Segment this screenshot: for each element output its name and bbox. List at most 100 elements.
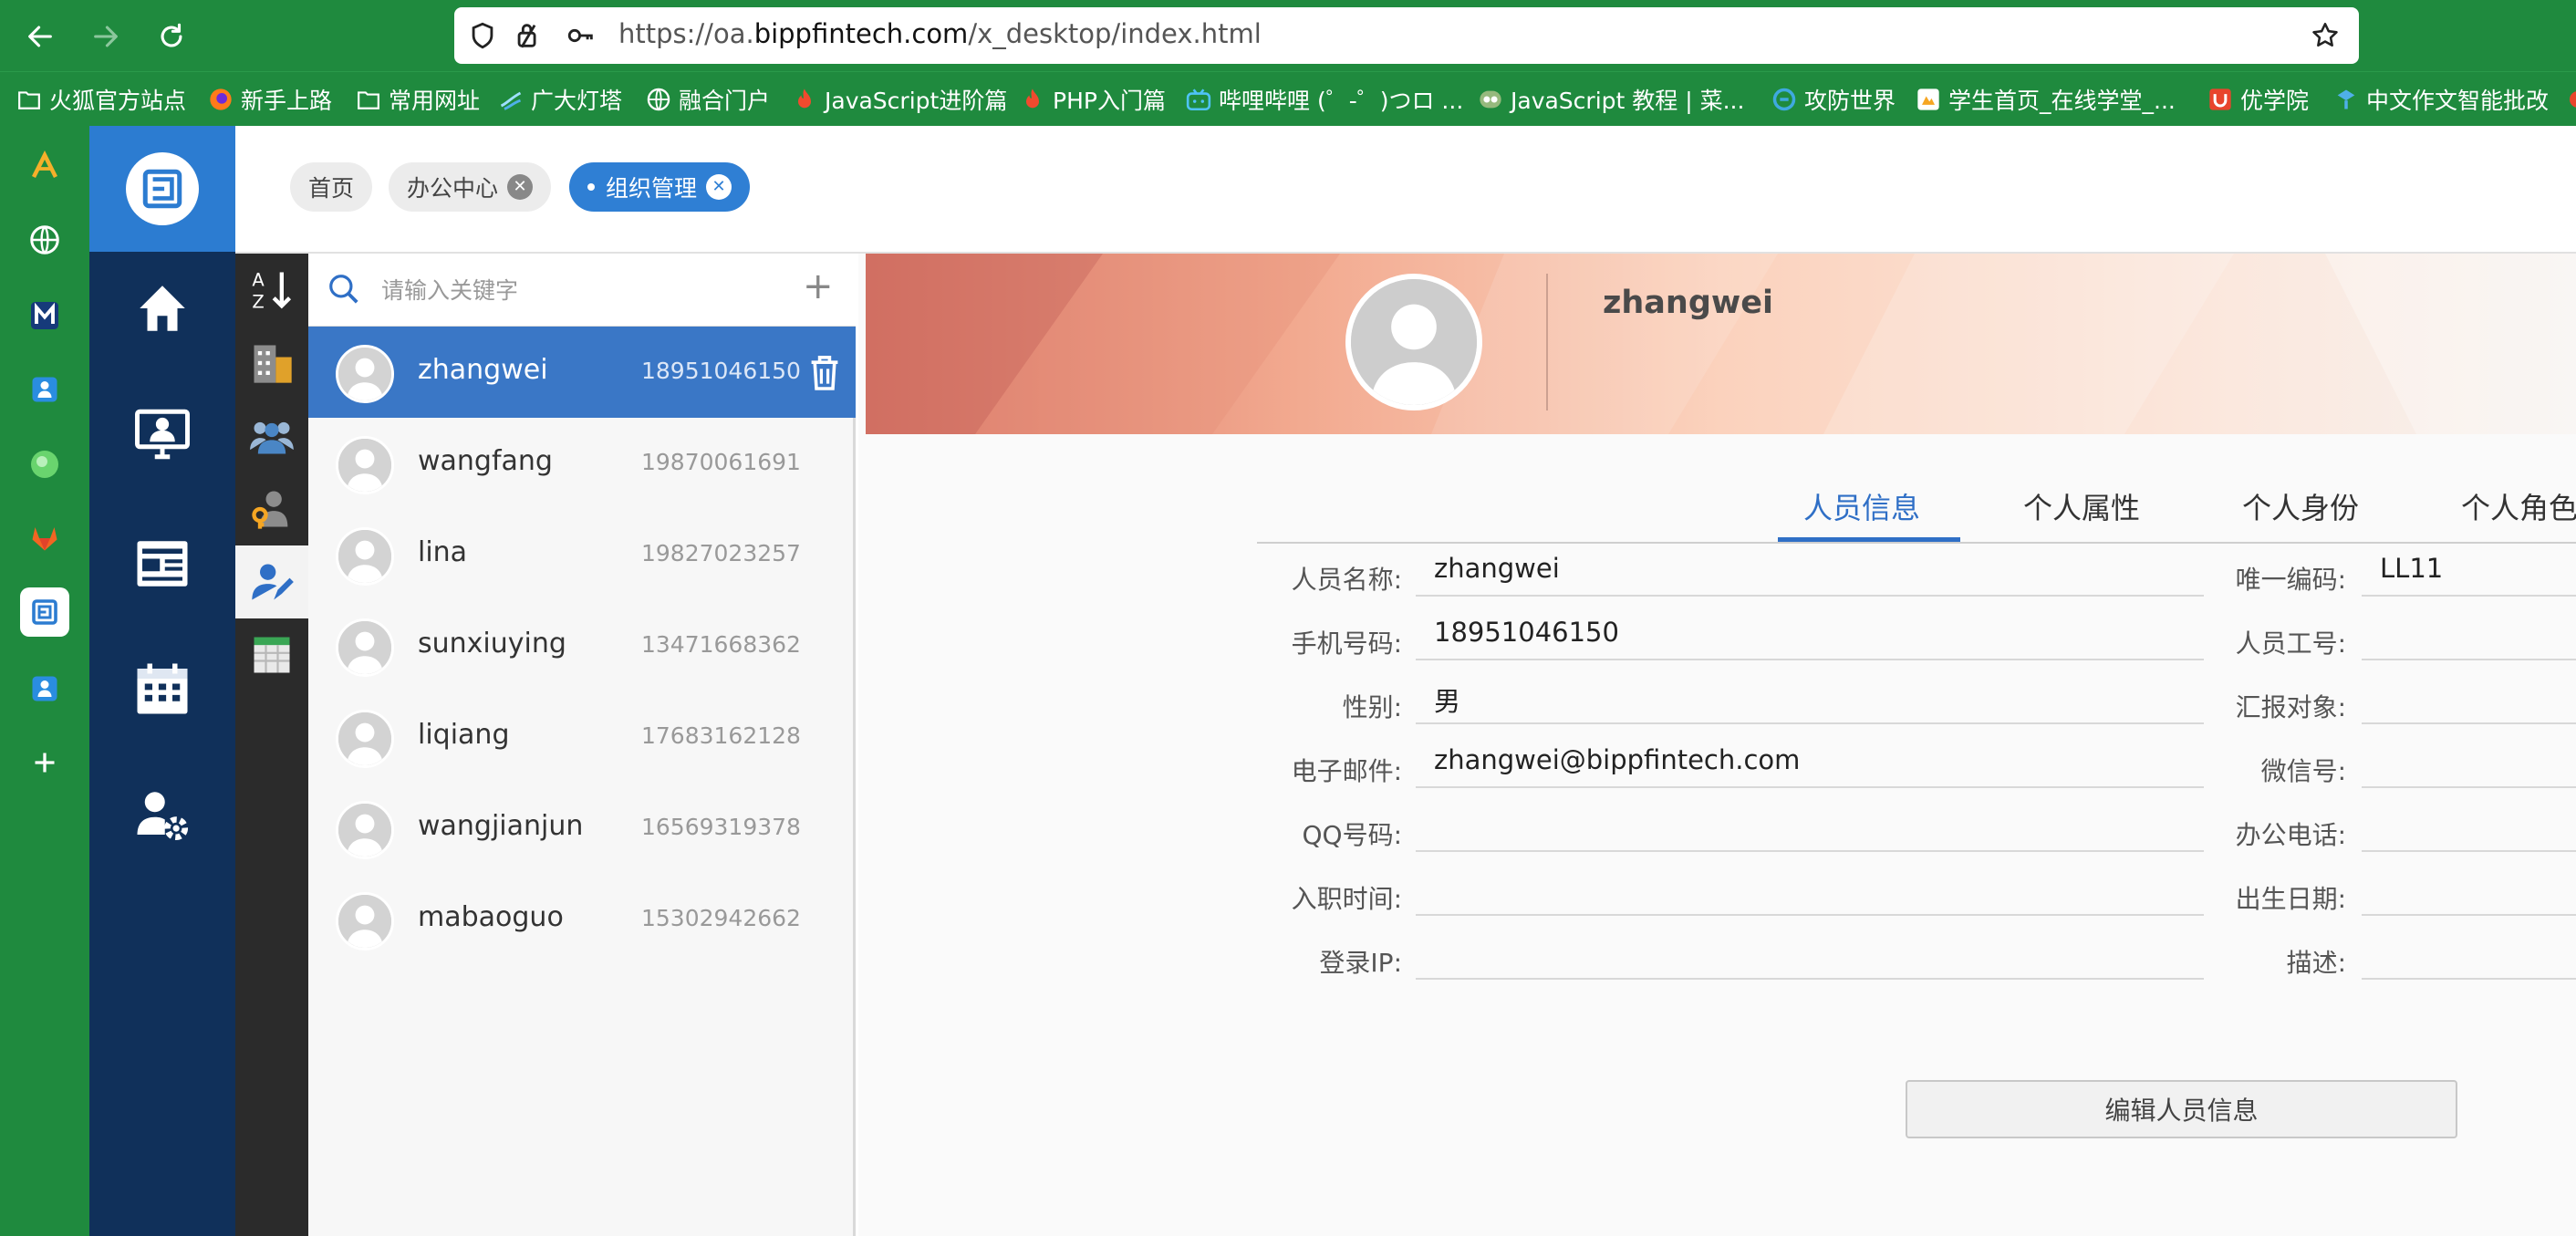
bookmark-item[interactable]: PHP入门篇	[1020, 81, 1166, 118]
sidebar-m-button[interactable]	[20, 291, 69, 340]
oa-app-icon	[32, 599, 57, 625]
sidebar-add-button[interactable]	[20, 738, 69, 787]
sidebar-person-button[interactable]	[20, 664, 69, 713]
edit-person-button[interactable]: 编辑人员信息	[1906, 1080, 2457, 1138]
user-list-item[interactable]: liqiang 17683162128	[308, 691, 856, 783]
bookmark-item[interactable]: 广大灯塔	[498, 81, 622, 118]
tab-home[interactable]: 首页	[290, 162, 373, 212]
user-list-item[interactable]: zhangwei 18951046150	[308, 327, 856, 418]
url-domain: bippfintech.com	[753, 18, 969, 49]
bookmark-item[interactable]: 攻防世界	[1771, 81, 1896, 118]
bookmark-overflow[interactable]	[2560, 81, 2576, 118]
field-label: 出生日期:	[2235, 884, 2346, 914]
bookmark-item[interactable]: 中文作文智能批改	[2333, 81, 2549, 118]
bookmark-label: JavaScript 教程 | 菜...	[1511, 88, 1745, 114]
bookmark-item[interactable]: 哔哩哔哩 (゜-゜)つロ ...	[1186, 81, 1463, 118]
building-icon	[254, 345, 292, 383]
tab-office[interactable]: 办公中心 ✕	[389, 162, 552, 212]
profile-avatar[interactable]	[1345, 274, 1482, 410]
lighthouse-icon	[498, 87, 524, 112]
url-bar[interactable]: https://oa.bippfintech.com/x_desktop/ind…	[454, 7, 2359, 64]
bookmark-item[interactable]: 学生首页_在线学堂_...	[1916, 81, 2176, 118]
search-input[interactable]	[381, 270, 764, 310]
nav-calendar[interactable]	[89, 639, 235, 739]
user-list-item[interactable]: wangfang 19870061691	[308, 418, 856, 509]
lock-warning-icon[interactable]	[513, 20, 544, 51]
field-value[interactable]	[2362, 673, 2576, 724]
sheet-button[interactable]	[235, 618, 308, 691]
sidebar-globe-button[interactable]	[20, 215, 69, 265]
bookmark-label: 攻防世界	[1804, 88, 1896, 114]
shield-icon[interactable]	[467, 20, 498, 51]
star-icon[interactable]	[2310, 20, 2341, 51]
sort-button[interactable]: AZ	[235, 254, 308, 327]
close-icon[interactable]: ✕	[706, 174, 732, 200]
field-label: 入职时间:	[1291, 884, 1402, 914]
news-icon	[137, 541, 188, 587]
nav-news[interactable]	[89, 514, 235, 614]
role-button[interactable]	[235, 473, 308, 545]
adworld-icon	[1771, 87, 1797, 112]
nav-desktop[interactable]	[89, 384, 235, 484]
field-value[interactable]	[1416, 801, 2204, 852]
browser-toolbar: https://oa.bippfintech.com/x_desktop/ind…	[0, 0, 2576, 71]
search-icon[interactable]	[327, 272, 361, 306]
bookmark-item[interactable]: JavaScript 教程 | 菜...	[1478, 81, 1744, 118]
logo-icon	[126, 152, 199, 225]
user-list-item[interactable]: mabaoguo 15302942662	[308, 874, 856, 965]
field-value[interactable]: zhangwei	[1416, 545, 2204, 597]
tab-personal-identity[interactable]: 个人身份	[2242, 485, 2359, 527]
tab-personal-role[interactable]: 个人角色	[2461, 485, 2576, 527]
person-button[interactable]	[235, 545, 308, 618]
key-icon[interactable]	[566, 20, 597, 51]
field-value[interactable]: LL11	[2362, 545, 2576, 597]
user-list-item[interactable]: lina 19827023257	[308, 509, 856, 600]
bookmark-item[interactable]: 融合门户	[646, 81, 770, 118]
bookmark-item[interactable]: 常用网址	[356, 81, 480, 118]
tab-personal-attributes[interactable]: 个人属性	[2023, 485, 2140, 527]
field-value[interactable]	[2362, 801, 2576, 852]
group-button[interactable]	[235, 400, 308, 473]
unit-button[interactable]	[235, 327, 308, 400]
reload-button[interactable]	[148, 13, 195, 60]
field-value[interactable]	[2362, 609, 2576, 660]
browser-sidebar	[0, 126, 89, 1236]
url-text[interactable]: https://oa.bippfintech.com/x_desktop/ind…	[618, 18, 1262, 49]
tab-person-info[interactable]: 人员信息	[1803, 485, 1920, 527]
folder-icon	[356, 87, 381, 112]
back-button[interactable]	[16, 13, 64, 60]
user-list-item[interactable]: sunxiuying 13471668362	[308, 600, 856, 691]
sidebar-oa-button[interactable]	[20, 587, 69, 637]
tab-org-management[interactable]: 组织管理 ✕	[569, 162, 751, 212]
user-phone: 19870061691	[641, 449, 801, 475]
nav-home[interactable]	[89, 258, 235, 358]
user-list-item[interactable]: wangjianjun 16569319378	[308, 783, 856, 874]
add-user-button[interactable]: +	[803, 268, 834, 305]
field-value[interactable]	[1416, 865, 2204, 916]
field-value[interactable]: zhangwei@bippfintech.com	[1416, 737, 2204, 788]
sidebar-person-button[interactable]	[20, 365, 69, 414]
field-value[interactable]: 18951046150	[1416, 609, 2204, 660]
user-phone: 16569319378	[641, 814, 801, 840]
forward-button[interactable]	[82, 13, 130, 60]
field-value[interactable]	[2362, 865, 2576, 916]
close-icon[interactable]: ✕	[507, 174, 534, 200]
field-label: 登录IP:	[1319, 948, 1402, 978]
bookmark-item[interactable]: 新手上路	[208, 81, 332, 118]
field-value[interactable]	[2362, 929, 2576, 980]
field-value[interactable]: 男	[1416, 673, 2204, 724]
app-logo[interactable]	[89, 126, 235, 252]
user-name: lina	[418, 536, 468, 568]
sidebar-green-button[interactable]	[20, 440, 69, 489]
bookmark-item[interactable]: 优学院	[2207, 81, 2309, 118]
person-blue-icon	[32, 676, 57, 701]
sidebar-aiding-button[interactable]	[20, 141, 69, 191]
field-value[interactable]	[1416, 929, 2204, 980]
bookmark-item[interactable]: 火狐官方站点	[16, 81, 186, 118]
field-value[interactable]	[2362, 737, 2576, 788]
trash-icon[interactable]	[808, 354, 841, 390]
sidebar-gitlab-button[interactable]	[20, 514, 69, 563]
nav-user-settings[interactable]	[89, 764, 235, 865]
home-icon	[140, 286, 185, 331]
bookmark-item[interactable]: JavaScript进阶篇	[792, 81, 1007, 118]
